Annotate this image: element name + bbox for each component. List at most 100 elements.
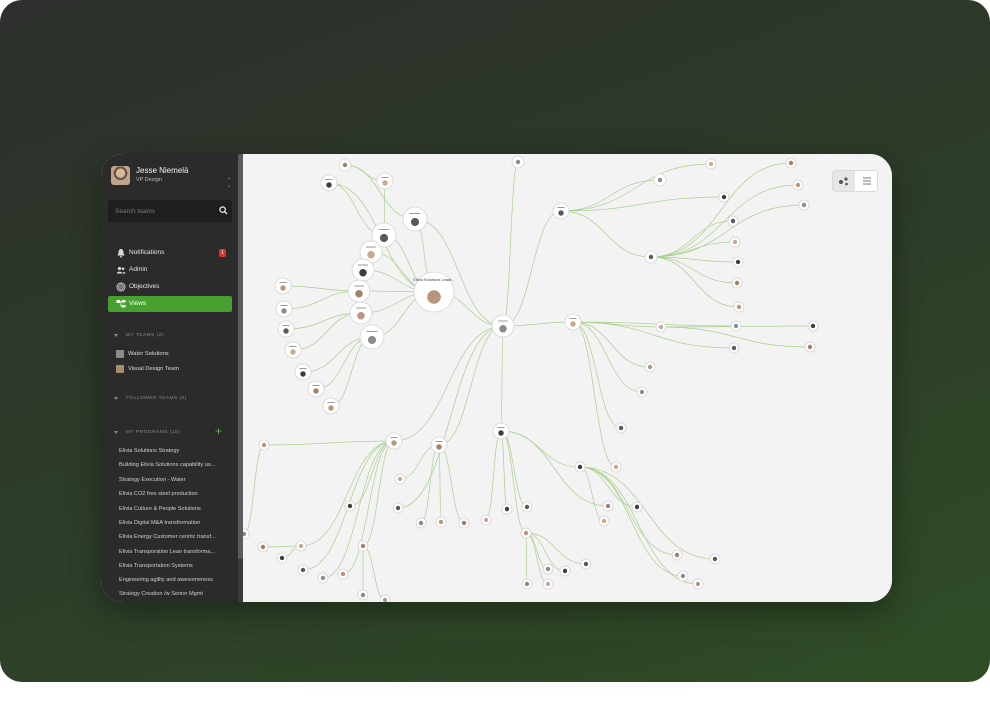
- team-node[interactable]: [653, 173, 667, 187]
- section-my-programs[interactable]: MY PROGRAMS (15) +: [108, 425, 232, 440]
- program-item[interactable]: Elivia CO2 free steel production: [119, 491, 231, 497]
- team-node[interactable]: [297, 564, 309, 576]
- user-switcher[interactable]: Jesse Niemelä VP Design ⌃ ⌄: [111, 164, 232, 189]
- program-item[interactable]: Elivia Culture & People Solutions: [119, 506, 231, 512]
- team-node[interactable]: [349, 301, 373, 325]
- team-node[interactable]: [730, 320, 742, 332]
- program-item[interactable]: Elivia Solutions Strategy: [119, 448, 231, 454]
- team-node[interactable]: [275, 300, 293, 318]
- program-item[interactable]: Building Elivia Solutions capability us.…: [119, 462, 231, 468]
- team-node[interactable]: [564, 313, 582, 331]
- team-node[interactable]: [727, 215, 739, 227]
- team-node[interactable]: [379, 594, 391, 602]
- program-item[interactable]: Elivia Digital M&A transformation: [119, 520, 231, 526]
- team-node[interactable]: [521, 501, 533, 513]
- team-node[interactable]: [294, 363, 312, 381]
- team-node[interactable]: [402, 206, 428, 232]
- program-item[interactable]: Strategy Creation /w Senior Mgmt: [119, 591, 231, 597]
- team-node[interactable]: [705, 158, 717, 170]
- program-item[interactable]: Elivia Energy Customer centric transf...: [119, 534, 231, 540]
- team-node[interactable]: [394, 473, 406, 485]
- team-node[interactable]: [243, 528, 250, 540]
- team-node[interactable]: [338, 158, 352, 172]
- graph-view-button[interactable]: [833, 171, 855, 191]
- team-node[interactable]: [798, 199, 810, 211]
- team-node[interactable]: [615, 422, 627, 434]
- team-node[interactable]: [491, 314, 515, 338]
- team-node[interactable]: [644, 361, 656, 373]
- team-item[interactable]: Visual Design Team: [108, 363, 232, 375]
- list-view-button[interactable]: [856, 171, 877, 191]
- team-node[interactable]: [357, 540, 369, 552]
- chevron-updown-icon[interactable]: ⌃ ⌄: [226, 178, 232, 191]
- team-node[interactable]: [274, 277, 292, 295]
- team-node[interactable]: [610, 461, 622, 473]
- program-item[interactable]: Elivia Transporation Lean transforma...: [119, 549, 231, 555]
- team-node[interactable]: [376, 172, 394, 190]
- team-node[interactable]: [655, 321, 667, 333]
- program-item[interactable]: Strategy Execution - Water: [119, 477, 231, 483]
- team-node[interactable]: [307, 380, 325, 398]
- team-node[interactable]: [320, 174, 338, 192]
- search-input[interactable]: [108, 200, 216, 222]
- team-node[interactable]: [671, 549, 683, 561]
- team-node[interactable]: [385, 432, 403, 450]
- team-node[interactable]: [807, 320, 819, 332]
- team-node[interactable]: [501, 503, 513, 515]
- team-node[interactable]: [729, 236, 741, 248]
- team-node[interactable]: [542, 563, 554, 575]
- nav-admin[interactable]: Admin: [108, 262, 232, 278]
- team-item[interactable]: Water Solutions: [108, 348, 232, 360]
- team-node[interactable]: [552, 202, 570, 220]
- team-node[interactable]: [480, 514, 492, 526]
- team-node[interactable]: [430, 436, 448, 454]
- team-node[interactable]: [458, 517, 470, 529]
- team-node[interactable]: [435, 516, 447, 528]
- team-node[interactable]: [731, 277, 743, 289]
- section-my-teams[interactable]: MY TEAMS (2): [108, 331, 232, 343]
- team-node[interactable]: [257, 541, 269, 553]
- program-item[interactable]: Elivia Transportation Systems: [119, 563, 231, 569]
- team-node[interactable]: [295, 540, 307, 552]
- team-node[interactable]: [511, 155, 525, 169]
- team-node[interactable]: [718, 191, 730, 203]
- team-node[interactable]: [677, 570, 689, 582]
- team-node[interactable]: [347, 279, 371, 303]
- team-node[interactable]: [602, 500, 614, 512]
- team-node[interactable]: [792, 179, 804, 191]
- team-node[interactable]: [322, 397, 340, 415]
- team-node[interactable]: [785, 157, 797, 169]
- team-node[interactable]: [359, 324, 385, 350]
- search-icon[interactable]: [219, 206, 228, 215]
- team-node[interactable]: [520, 527, 532, 539]
- team-node[interactable]: [636, 386, 648, 398]
- team-node[interactable]: [258, 439, 270, 451]
- team-node[interactable]: [357, 589, 369, 601]
- team-node[interactable]: [337, 568, 349, 580]
- team-node[interactable]: [732, 256, 744, 268]
- program-item[interactable]: Engineering agility and awesomeness: [119, 577, 231, 583]
- team-node[interactable]: [317, 572, 329, 584]
- team-node[interactable]: [392, 502, 404, 514]
- team-node[interactable]: [351, 258, 375, 282]
- nav-views[interactable]: Views: [108, 296, 232, 312]
- team-node[interactable]: [542, 578, 554, 590]
- team-node[interactable]: [277, 320, 295, 338]
- team-node[interactable]: [709, 553, 721, 565]
- team-node[interactable]: [344, 500, 356, 512]
- team-node[interactable]: [284, 341, 302, 359]
- team-node[interactable]: [415, 517, 427, 529]
- nav-notifications[interactable]: Notifications 1: [108, 245, 232, 261]
- nav-objectives[interactable]: Objectives: [108, 279, 232, 295]
- team-node[interactable]: [804, 341, 816, 353]
- team-node[interactable]: [580, 558, 592, 570]
- org-graph[interactable]: Elivia Solutions Leadr...: [243, 154, 892, 602]
- team-node[interactable]: [492, 422, 510, 440]
- team-node[interactable]: [692, 578, 704, 590]
- add-program-button[interactable]: +: [215, 425, 222, 437]
- org-graph-canvas[interactable]: Elivia Solutions Leadr...: [243, 154, 892, 602]
- team-node[interactable]: [598, 515, 610, 527]
- team-node[interactable]: [574, 461, 586, 473]
- team-node[interactable]: [728, 342, 740, 354]
- team-node[interactable]: [631, 501, 643, 513]
